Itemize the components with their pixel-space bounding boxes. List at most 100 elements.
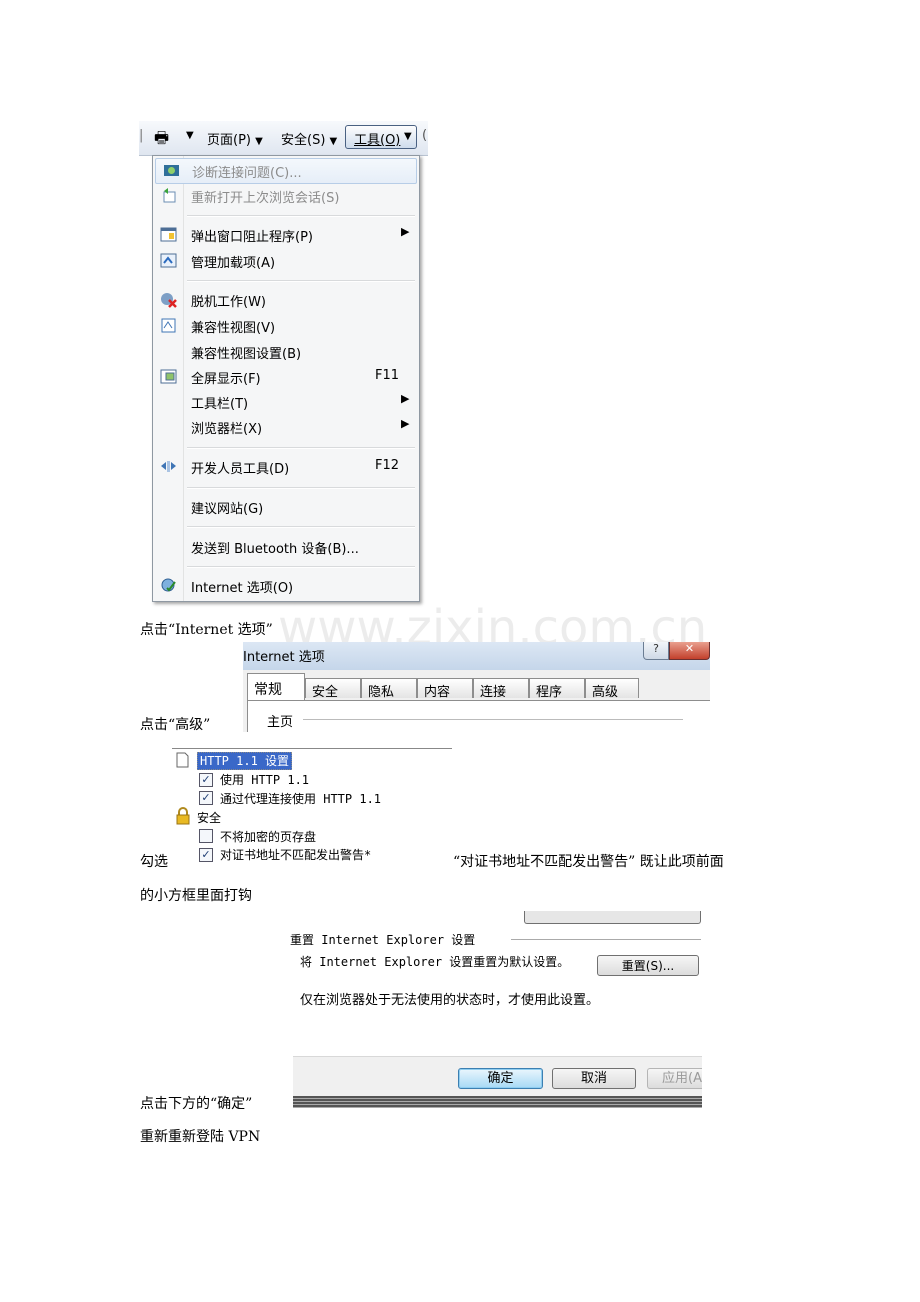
menu-item-label: 浏览器栏(X) [191,422,263,437]
menu-separator [187,487,415,489]
menu-item-dev-tools[interactable]: 开发人员工具(D) F12 [153,455,419,479]
safety-menu-button[interactable]: 安全(S) ▼ [281,129,337,148]
dialog-titlebar: Internet 选项 ? ✕ [243,642,710,670]
tab-label: 隐私 [368,685,395,700]
menu-item-reopen-session[interactable]: 重新打开上次浏览会话(S) [153,184,419,208]
addons-icon [160,253,177,268]
ie-command-bar: | 🖶 ▼ 页面(P) ▼ 安全(S) ▼ 工具(O) ▼ ( [139,121,428,156]
tools-menu-button[interactable]: 工具(O) ▼ [345,125,417,149]
submenu-arrow-icon: ▶ [401,417,410,430]
ok-button-label: 确定 [487,1071,514,1086]
popup-blocker-icon [160,227,177,242]
no-save-encrypted-checkbox[interactable] [199,829,213,843]
dialog-footer: 确定 取消 应用(A [293,1056,702,1097]
instruction-check-detail: “对证书地址不匹配发出警告” 既让此项前面 [453,854,724,870]
menu-item-explorer-bars[interactable]: 浏览器栏(X) ▶ [153,415,419,439]
menu-item-label: Internet 选项(O) [191,581,294,596]
use-http11-label: 使用 HTTP 1.1 [220,773,310,787]
page: { "ie_toolbar": { "page_label": "页面(P)",… [0,0,920,1302]
reset-button-label: 重置(S)... [621,959,675,973]
cert-mismatch-checkbox[interactable]: ✓ [199,848,213,862]
proxy-http11-label: 通过代理连接使用 HTTP 1.1 [220,792,382,806]
tab-label: 安全 [312,685,339,700]
menu-item-label: 全屏显示(F) [191,372,261,387]
menu-item-diagnose[interactable]: 诊断连接问题(C)... [155,158,417,184]
instruction-click-ok: 点击下方的“确定” [140,1096,253,1112]
shortcut-label: F12 [375,458,400,473]
no-save-encrypted-label: 不将加密的页存盘 [220,830,317,844]
tab-label: 常规 [254,682,282,698]
menu-item-compat-settings[interactable]: 兼容性视图设置(B) [153,340,419,364]
home-page-group-label: 主页 [267,715,294,730]
menu-item-toolbars[interactable]: 工具栏(T) ▶ [153,390,419,414]
menu-separator [187,215,415,217]
instruction-check-detail-cont: 的小方框里面打钩 [140,888,252,904]
menu-item-label: 建议网站(G) [191,502,264,517]
menu-item-label: 脱机工作(W) [191,295,266,310]
menu-item-internet-options[interactable]: Internet 选项(O) [153,574,419,598]
menu-item-fullscreen[interactable]: 全屏显示(F) F11 [153,365,419,389]
tab-content[interactable]: 内容 [417,678,473,700]
menu-separator [187,526,415,528]
tab-label: 连接 [480,685,507,700]
instruction-click-internet-options: 点击“Internet 选项” [140,622,273,638]
menu-separator [187,447,415,449]
dialog-tab-area: 常规 安全 隐私 内容 连接 程序 高级 主页 [243,670,710,732]
dev-tools-icon [161,461,176,472]
menu-item-label: 发送到 Bluetooth 设备(B)... [191,542,359,557]
tab-security[interactable]: 安全 [305,678,361,700]
print-icon[interactable]: 🖶 [154,127,169,154]
menu-item-popup-blocker[interactable]: 弹出窗口阻止程序(P) ▶ [153,223,419,247]
menu-item-bluetooth[interactable]: 发送到 Bluetooth 设备(B)... [153,535,419,559]
tab-label: 高级 [592,685,619,700]
tab-label: 内容 [424,685,451,700]
group-divider [511,939,701,940]
compat-view-icon [161,318,176,333]
menu-item-label: 工具栏(T) [191,397,249,412]
page-menu-button[interactable]: 页面(P) ▼ [207,129,263,148]
settings-list-border [172,748,452,749]
reset-note: 仅在浏览器处于无法使用的状态时，才使用此设置。 [300,993,600,1008]
menu-item-compat-view[interactable]: 兼容性视图(V) [153,314,419,338]
tab-label: 程序 [536,685,563,700]
print-dropdown-icon[interactable]: ▼ [186,130,194,141]
tab-privacy[interactable]: 隐私 [361,678,417,700]
menu-separator [187,280,415,282]
toolbar-divider: | [139,128,144,143]
submenu-arrow-icon: ▶ [401,225,410,238]
page-icon [176,752,189,768]
tab-connections[interactable]: 连接 [473,678,529,700]
tab-advanced[interactable]: 高级 [585,678,639,700]
menu-item-work-offline[interactable]: 脱机工作(W) [153,288,419,312]
cert-mismatch-label: 对证书地址不匹配发出警告* [220,848,372,862]
window-bottom-edge [293,1096,702,1108]
security-group-label: 安全 [197,811,222,825]
tab-programs[interactable]: 程序 [529,678,585,700]
proxy-http11-checkbox[interactable]: ✓ [199,791,213,805]
use-http11-checkbox[interactable]: ✓ [199,773,213,787]
instruction-relogin-vpn: 重新重新登陆 VPN [140,1129,261,1145]
cancel-button-label: 取消 [580,1071,607,1086]
apply-button[interactable]: 应用(A [647,1068,702,1089]
tab-general[interactable]: 常规 [247,673,305,700]
help-button-edge[interactable]: ( [422,128,427,143]
menu-item-label: 诊断连接问题(C)... [192,166,302,181]
menu-item-label: 开发人员工具(D) [191,462,290,477]
menu-item-manage-addons[interactable]: 管理加载项(A) [153,249,419,273]
menu-item-label: 兼容性视图设置(B) [191,347,302,362]
help-button[interactable]: ? [643,642,669,660]
ok-button[interactable]: 确定 [458,1068,543,1089]
reset-button[interactable]: 重置(S)... [597,955,699,976]
menu-item-label: 重新打开上次浏览会话(S) [191,191,340,206]
lock-icon [176,807,190,825]
cancel-button[interactable]: 取消 [552,1068,636,1089]
http-group-label: HTTP 1.1 设置 [197,752,293,770]
clipped-button-edge[interactable] [524,911,701,924]
diagnose-icon [164,165,179,176]
menu-item-label: 管理加载项(A) [191,256,276,271]
submenu-arrow-icon: ▶ [401,392,410,405]
menu-item-suggested-sites[interactable]: 建议网站(G) [153,495,419,519]
chevron-down-icon: ▼ [404,131,412,142]
close-icon[interactable]: ✕ [669,642,710,660]
reset-group-label: 重置 Internet Explorer 设置 [290,933,476,947]
